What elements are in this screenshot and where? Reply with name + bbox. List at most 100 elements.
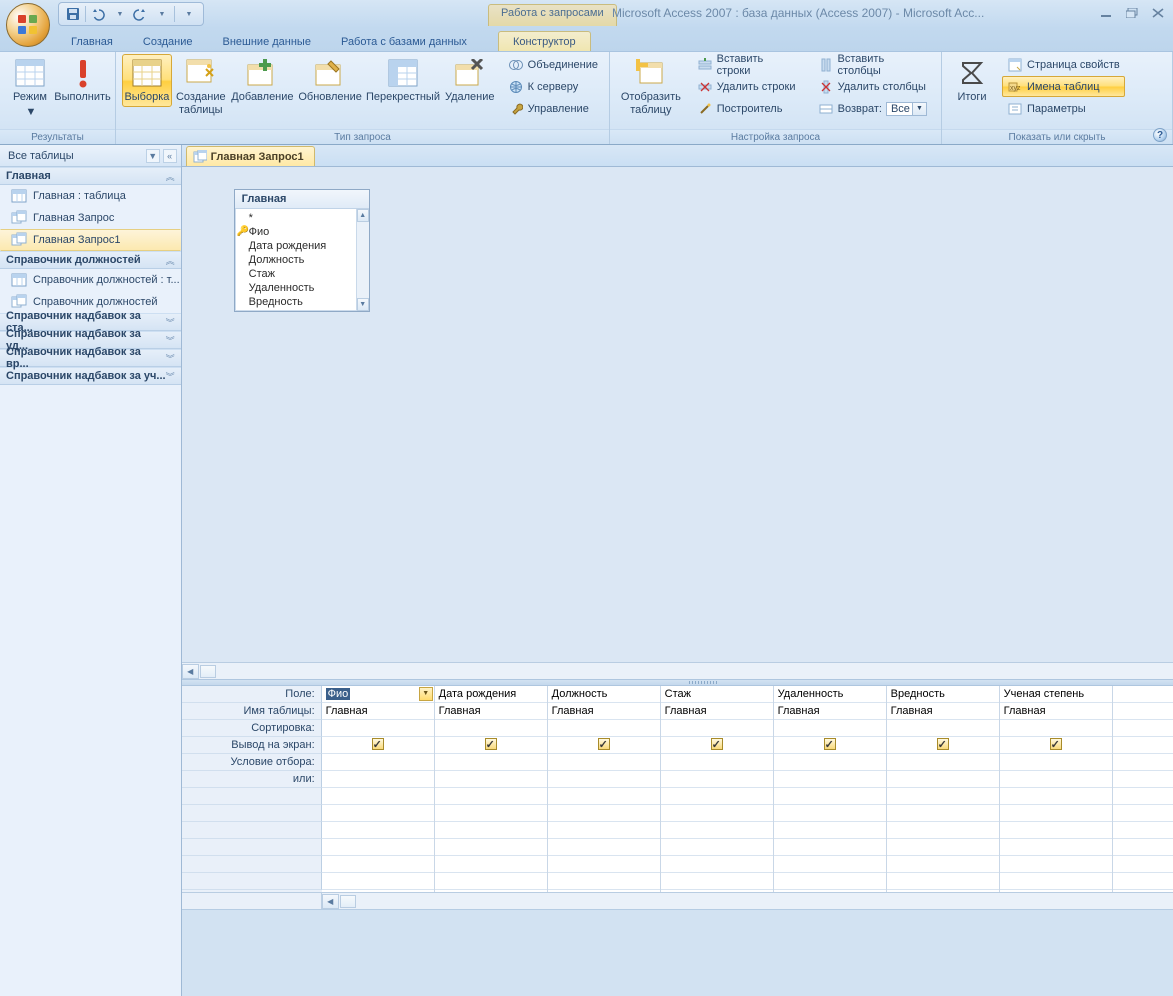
grid-cell[interactable]: [1000, 720, 1112, 737]
grid-cell[interactable]: [322, 754, 434, 771]
grid-cell[interactable]: Ученая степень: [1000, 686, 1112, 703]
scroll-down-icon[interactable]: ▼: [357, 298, 369, 311]
nav-item[interactable]: Справочник должностей : т...: [0, 269, 181, 291]
grid-cell[interactable]: [1000, 822, 1112, 839]
view-button[interactable]: Режим ▼: [6, 54, 54, 121]
nav-item[interactable]: Главная Запрос: [0, 207, 181, 229]
table-fieldlist-title[interactable]: Главная: [235, 190, 369, 209]
grid-cell[interactable]: [887, 754, 999, 771]
redo-dropdown-icon[interactable]: ▼: [154, 6, 170, 22]
field-item[interactable]: Должность: [235, 253, 369, 267]
table-names-button[interactable]: xyzИмена таблиц: [1002, 76, 1125, 97]
grid-cell[interactable]: [322, 856, 434, 873]
grid-cell[interactable]: [1000, 754, 1112, 771]
grid-cell[interactable]: [661, 805, 773, 822]
grid-cell[interactable]: [322, 822, 434, 839]
field-item[interactable]: Стаж: [235, 267, 369, 281]
grid-cell[interactable]: [661, 720, 773, 737]
grid-cell[interactable]: [1000, 856, 1112, 873]
grid-cell[interactable]: [661, 754, 773, 771]
grid-cell[interactable]: [661, 822, 773, 839]
grid-column[interactable]: УдаленностьГлавная: [774, 686, 887, 892]
grid-cell[interactable]: [1113, 805, 1173, 822]
query-grid[interactable]: Поле:Имя таблицы:Сортировка:Вывод на экр…: [182, 686, 1173, 892]
grid-cell[interactable]: [887, 822, 999, 839]
grid-cell[interactable]: [435, 839, 547, 856]
nav-collapse-icon[interactable]: «: [163, 149, 177, 163]
grid-cell[interactable]: [1113, 686, 1173, 703]
relationship-pane[interactable]: Главная *🔑ФиоДата рожденияДолжностьСтажУ…: [182, 167, 1173, 662]
nav-item[interactable]: Главная : таблица: [0, 185, 181, 207]
show-table-button[interactable]: Отобразить таблицу: [616, 54, 686, 119]
grid-cell[interactable]: [1000, 771, 1112, 788]
grid-cell[interactable]: Фио▼: [322, 686, 434, 703]
scroll-up-icon[interactable]: ▲: [357, 209, 369, 222]
passthrough-button[interactable]: К серверу: [503, 76, 603, 97]
nav-dropdown-icon[interactable]: ▼: [146, 149, 160, 163]
crosstab-button[interactable]: Перекрестный: [365, 54, 441, 107]
grid-cell[interactable]: [661, 788, 773, 805]
scroll-left-icon[interactable]: ◀: [182, 664, 199, 679]
undo-icon[interactable]: [90, 6, 106, 22]
grid-cell[interactable]: [435, 873, 547, 890]
grid-cell[interactable]: [322, 788, 434, 805]
grid-cell[interactable]: Главная: [887, 703, 999, 720]
grid-cell[interactable]: [661, 737, 773, 754]
grid-cell[interactable]: Главная: [774, 703, 886, 720]
insert-rows-button[interactable]: Вставить строки: [692, 54, 805, 75]
nav-group-header[interactable]: Справочник должностей︽: [0, 251, 181, 269]
grid-cell[interactable]: Главная: [548, 703, 660, 720]
scroll-thumb[interactable]: [340, 895, 356, 908]
grid-cell[interactable]: [548, 771, 660, 788]
checkbox-checked[interactable]: [485, 738, 497, 750]
grid-column[interactable]: СтажГлавная: [661, 686, 774, 892]
grid-cell[interactable]: [435, 822, 547, 839]
nav-group-header[interactable]: Справочник надбавок за вр...︾: [0, 349, 181, 367]
table-fieldlist[interactable]: Главная *🔑ФиоДата рожденияДолжностьСтажУ…: [234, 189, 370, 312]
property-sheet-button[interactable]: Страница свойств: [1002, 54, 1125, 75]
grid-cell[interactable]: [774, 822, 886, 839]
grid-cell[interactable]: Вредность: [887, 686, 999, 703]
grid-cell[interactable]: [1113, 737, 1173, 754]
grid-cell[interactable]: [548, 839, 660, 856]
grid-cell[interactable]: [548, 720, 660, 737]
grid-cell[interactable]: [548, 873, 660, 890]
grid-cell[interactable]: [661, 839, 773, 856]
grid-cell[interactable]: Главная: [661, 703, 773, 720]
return-combo[interactable]: Все ▼: [886, 102, 927, 116]
grid-cell[interactable]: [1000, 737, 1112, 754]
scroll-left-icon[interactable]: ◀: [322, 894, 339, 909]
grid-cell[interactable]: [548, 788, 660, 805]
return-rows[interactable]: Возврат: Все ▼: [813, 98, 935, 119]
grid-cell[interactable]: [1000, 839, 1112, 856]
checkbox-checked[interactable]: [372, 738, 384, 750]
close-button[interactable]: [1149, 6, 1167, 20]
parameters-button[interactable]: Параметры: [1002, 98, 1125, 119]
grid-cell[interactable]: [887, 771, 999, 788]
grid-cell[interactable]: [774, 788, 886, 805]
field-item[interactable]: Вредность: [235, 295, 369, 309]
grid-cell[interactable]: [887, 873, 999, 890]
grid-cell[interactable]: [1113, 703, 1173, 720]
checkbox-checked[interactable]: [824, 738, 836, 750]
qat-customize-icon[interactable]: ▼: [181, 6, 197, 22]
grid-cell[interactable]: [887, 737, 999, 754]
grid-cell[interactable]: [548, 754, 660, 771]
tab-create[interactable]: Создание: [128, 31, 208, 51]
checkbox-checked[interactable]: [598, 738, 610, 750]
union-button[interactable]: Объединение: [503, 54, 603, 75]
scroll-thumb[interactable]: [200, 665, 216, 678]
delete-cols-button[interactable]: Удалить столбцы: [813, 76, 935, 97]
grid-cell[interactable]: [1113, 839, 1173, 856]
grid-cell[interactable]: [1000, 805, 1112, 822]
grid-cell[interactable]: [435, 805, 547, 822]
grid-cell[interactable]: [661, 873, 773, 890]
grid-cell[interactable]: [1000, 788, 1112, 805]
grid-cell[interactable]: [661, 771, 773, 788]
grid-cell[interactable]: [774, 754, 886, 771]
nav-item[interactable]: Главная Запрос1: [0, 229, 181, 251]
checkbox-checked[interactable]: [1050, 738, 1062, 750]
grid-cell[interactable]: [435, 737, 547, 754]
grid-cell[interactable]: [887, 788, 999, 805]
grid-cell[interactable]: [1113, 720, 1173, 737]
